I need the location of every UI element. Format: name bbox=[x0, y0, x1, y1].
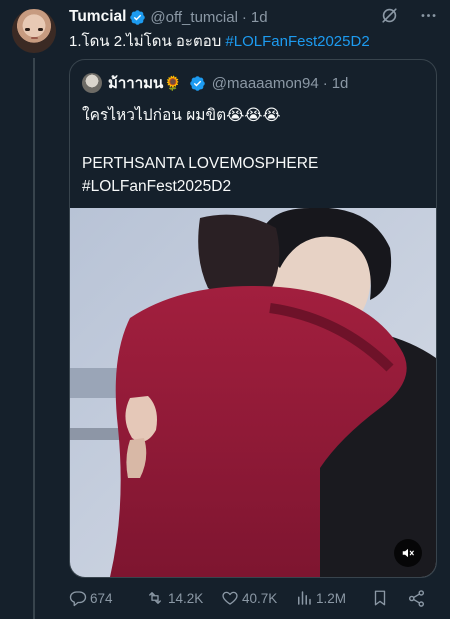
like-button[interactable]: 40.7K bbox=[221, 587, 277, 609]
quoted-header: ม้าาามน 🌻 @maaaamon94 · 1d bbox=[82, 72, 348, 94]
tweet-hashtag-link[interactable]: #LOLFanFest2025D2 bbox=[225, 33, 369, 50]
quoted-text-line: ใครไหวไปก่อน ผมขิต😭😭😭 bbox=[82, 107, 281, 124]
views-icon bbox=[298, 591, 311, 605]
quoted-text-hashtag: #LOLFanFest2025D2 bbox=[82, 178, 232, 195]
separator-dot: · bbox=[241, 8, 247, 26]
like-icon bbox=[222, 591, 238, 605]
tweet-text: 1.โดน 2.ไม่โดน อะตอบ #LOLFanFest2025D2 bbox=[69, 32, 370, 52]
quoted-text-names: PERTHSANTA LOVEMOSPHERE bbox=[82, 155, 319, 172]
tweet-time[interactable]: 1d bbox=[251, 9, 268, 26]
sunflower-emoji: 🌻 bbox=[164, 74, 182, 91]
author-avatar[interactable] bbox=[12, 9, 56, 53]
mute-icon bbox=[402, 548, 414, 558]
more-icon[interactable] bbox=[419, 6, 438, 25]
tweet-header: Tumcial @off_tumcial · 1d bbox=[69, 6, 438, 28]
avatar-eyes bbox=[25, 28, 43, 32]
quoted-avatar[interactable] bbox=[82, 73, 102, 93]
repost-count: 14.2K bbox=[168, 590, 204, 606]
repost-icon bbox=[149, 592, 161, 604]
mute-button[interactable] bbox=[394, 539, 422, 567]
views-count: 1.2M bbox=[316, 590, 347, 606]
share-icon bbox=[408, 589, 425, 607]
grok-icon[interactable] bbox=[380, 6, 399, 25]
reply-count: 674 bbox=[90, 590, 113, 606]
views-button[interactable]: 1.2M bbox=[295, 587, 346, 609]
quoted-video[interactable] bbox=[70, 208, 436, 577]
quoted-time[interactable]: 1d bbox=[332, 75, 349, 92]
avatar-mouth bbox=[31, 37, 38, 39]
repost-button[interactable]: 14.2K bbox=[145, 587, 203, 609]
quoted-display-name[interactable]: ม้าาามน bbox=[108, 71, 163, 95]
tweet-body: 1.โดน 2.ไม่โดน อะตอบ bbox=[69, 33, 226, 50]
quoted-tweet[interactable]: ม้าาามน 🌻 @maaaamon94 · 1d ใครไหวไปก่อน … bbox=[69, 59, 437, 578]
video-frame bbox=[70, 208, 436, 577]
action-bar: 674 14.2K 40.7K 1.2M bbox=[69, 587, 431, 609]
quoted-separator-dot: · bbox=[322, 74, 328, 92]
like-count: 40.7K bbox=[242, 590, 278, 606]
bookmark-icon bbox=[374, 590, 386, 606]
quoted-handle[interactable]: @maaaamon94 bbox=[212, 75, 319, 92]
quoted-verified-badge-icon[interactable] bbox=[189, 75, 206, 92]
share-button[interactable] bbox=[407, 587, 426, 609]
bookmark-button[interactable] bbox=[371, 587, 389, 609]
thread-line bbox=[33, 58, 35, 619]
author-handle[interactable]: @off_tumcial bbox=[150, 9, 238, 26]
reply-icon bbox=[69, 591, 87, 607]
verified-badge-icon[interactable] bbox=[129, 9, 146, 26]
header-icons bbox=[380, 6, 438, 25]
tweet[interactable]: Tumcial @off_tumcial · 1d 1.โดน 2.ไม่โดน… bbox=[0, 0, 450, 619]
reply-button[interactable]: 674 bbox=[69, 587, 113, 609]
author-display-name[interactable]: Tumcial bbox=[69, 8, 126, 26]
